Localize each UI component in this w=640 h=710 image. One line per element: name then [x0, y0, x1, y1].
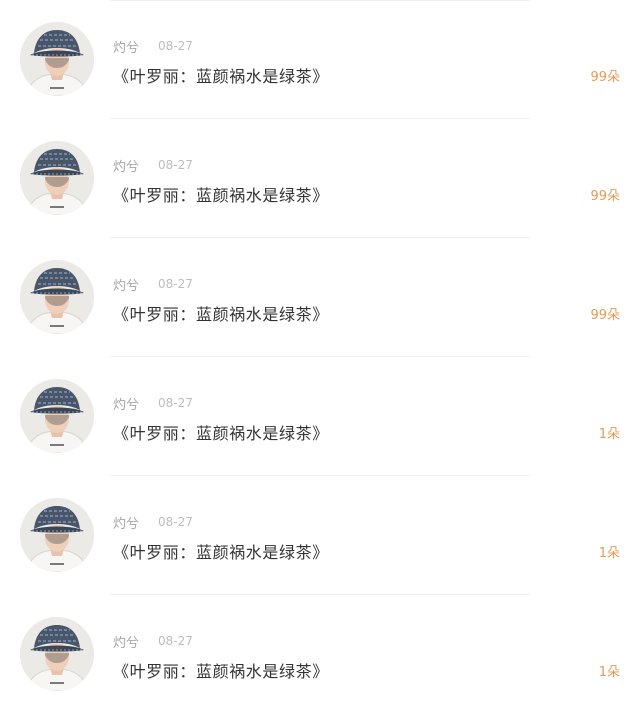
- avatar[interactable]: [20, 379, 94, 453]
- flower-count: 1朵: [598, 665, 620, 680]
- post-date: 08-27: [158, 634, 193, 648]
- post-date: 08-27: [158, 158, 193, 172]
- list-item[interactable]: 灼兮 08-27 《叶罗丽：蓝颜祸水是绿茶》 99朵: [0, 238, 640, 357]
- flower-count: 99朵: [590, 189, 620, 204]
- list-item[interactable]: 灼兮 08-27 《叶罗丽：蓝颜祸水是绿茶》 99朵: [0, 0, 640, 119]
- post-date: 08-27: [158, 39, 193, 53]
- item-meta: 灼兮 08-27: [113, 513, 193, 532]
- post-date: 08-27: [158, 277, 193, 291]
- list-item[interactable]: 灼兮 08-27 《叶罗丽：蓝颜祸水是绿茶》 1朵: [0, 357, 640, 476]
- flower-count: 99朵: [590, 308, 620, 323]
- item-meta: 灼兮 08-27: [113, 156, 193, 175]
- avatar[interactable]: [20, 498, 94, 572]
- author-name[interactable]: 灼兮: [113, 275, 139, 294]
- author-name[interactable]: 灼兮: [113, 632, 139, 651]
- post-date: 08-27: [158, 396, 193, 410]
- author-name[interactable]: 灼兮: [113, 394, 139, 413]
- book-title[interactable]: 《叶罗丽：蓝颜祸水是绿茶》: [113, 63, 329, 87]
- avatar[interactable]: [20, 141, 94, 215]
- book-title[interactable]: 《叶罗丽：蓝颜祸水是绿茶》: [113, 301, 329, 325]
- list-item[interactable]: 灼兮 08-27 《叶罗丽：蓝颜祸水是绿茶》 99朵: [0, 119, 640, 238]
- flower-count: 99朵: [590, 70, 620, 85]
- item-meta: 灼兮 08-27: [113, 632, 193, 651]
- author-name[interactable]: 灼兮: [113, 37, 139, 56]
- post-date: 08-27: [158, 515, 193, 529]
- item-meta: 灼兮 08-27: [113, 275, 193, 294]
- author-name[interactable]: 灼兮: [113, 513, 139, 532]
- book-title[interactable]: 《叶罗丽：蓝颜祸水是绿茶》: [113, 539, 329, 563]
- flower-count: 1朵: [598, 427, 620, 442]
- item-meta: 灼兮 08-27: [113, 394, 193, 413]
- author-name[interactable]: 灼兮: [113, 156, 139, 175]
- list-item[interactable]: 灼兮 08-27 《叶罗丽：蓝颜祸水是绿茶》 1朵: [0, 476, 640, 595]
- gift-list: 灼兮 08-27 《叶罗丽：蓝颜祸水是绿茶》 99朵 灼兮 08-27 《叶罗丽…: [0, 0, 640, 710]
- book-title[interactable]: 《叶罗丽：蓝颜祸水是绿茶》: [113, 658, 329, 682]
- avatar[interactable]: [20, 260, 94, 334]
- book-title[interactable]: 《叶罗丽：蓝颜祸水是绿茶》: [113, 182, 329, 206]
- avatar[interactable]: [20, 617, 94, 691]
- avatar[interactable]: [20, 22, 94, 96]
- item-meta: 灼兮 08-27: [113, 37, 193, 56]
- list-item[interactable]: 灼兮 08-27 《叶罗丽：蓝颜祸水是绿茶》 1朵: [0, 595, 640, 710]
- flower-count: 1朵: [598, 546, 620, 561]
- book-title[interactable]: 《叶罗丽：蓝颜祸水是绿茶》: [113, 420, 329, 444]
